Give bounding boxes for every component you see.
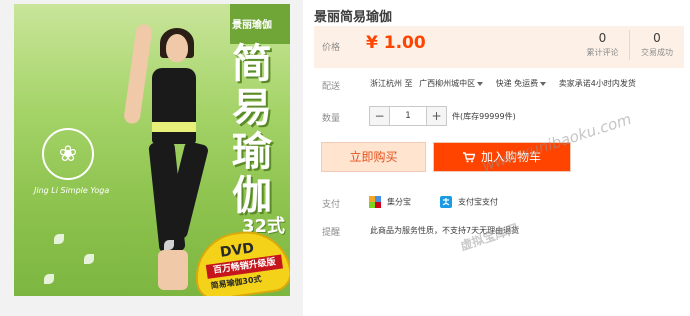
dvd-cover: 景丽瑜伽 ​ 简易瑜伽 32式 ❀ Jing Li Simple Yoga	[14, 4, 290, 296]
payment-method-jifenbao: 集分宝	[369, 196, 411, 208]
payment-method-alipay: 支付宝支付	[440, 196, 498, 208]
cover-english-title: Jing Li Simple Yoga	[34, 186, 110, 195]
cart-icon	[462, 152, 476, 163]
payment-method-2-label: 支付宝支付	[458, 197, 498, 207]
buy-now-button[interactable]: 立即购买	[321, 142, 426, 172]
leaf-decoration	[54, 234, 64, 244]
stock-info: 件(库存99999件)	[452, 112, 516, 121]
product-detail-page: 景丽瑜伽 ​ 简易瑜伽 32式 ❀ Jing Li Simple Yoga	[0, 0, 690, 316]
sales-count: 0	[653, 31, 661, 45]
review-count-label: 累计评论	[586, 48, 619, 57]
sales-count-label: 交易成功	[641, 48, 673, 57]
quantity-stepper: − 1 +	[369, 106, 447, 126]
payment-method-1-label: 集分宝	[387, 197, 411, 207]
chevron-down-icon	[477, 81, 484, 86]
leaf-decoration	[84, 254, 94, 264]
jifenbao-icon	[369, 196, 381, 208]
quantity-increase-button[interactable]: +	[426, 107, 446, 125]
price-value: ¥ 1.00	[366, 33, 426, 53]
shipping-origin: 浙江杭州 至	[370, 79, 413, 88]
alipay-icon	[440, 196, 452, 208]
review-count-stat[interactable]: 0 累计评论	[576, 30, 630, 60]
destination-value: 广西柳州城中区	[419, 79, 476, 88]
quantity-input[interactable]: 1	[390, 107, 426, 125]
shipping-method-select[interactable]: 快递 免运费	[496, 78, 557, 89]
chevron-down-icon	[540, 81, 547, 86]
notice-label: 提醒	[322, 228, 341, 238]
shipping-label: 配送	[322, 82, 341, 92]
cover-series-logo: 景丽瑜伽	[232, 20, 272, 31]
quantity-label: 数量	[322, 114, 341, 124]
review-count: 0	[598, 31, 607, 45]
product-image[interactable]: 景丽瑜伽 ​ 简易瑜伽 32式 ❀ Jing Li Simple Yoga	[0, 0, 303, 316]
shipping-method-value: 快递 免运费	[495, 79, 539, 88]
shipping-row: 浙江杭州 至 广西柳州城中区 快递 免运费 卖家承诺4小时内发货	[370, 78, 636, 89]
delivery-promise: 卖家承诺4小时内发货	[558, 79, 636, 88]
lotus-emblem-icon: ❀	[42, 128, 94, 180]
price-label: 价格	[322, 43, 341, 53]
leaf-decoration	[164, 240, 174, 250]
quantity-decrease-button[interactable]: −	[370, 107, 390, 125]
leaf-decoration	[44, 274, 54, 284]
payment-label: 支付	[322, 200, 341, 210]
price-panel: 价格 ¥ 1.00 0 累计评论 0 交易成功	[314, 26, 684, 68]
product-title: 景丽简易瑜伽	[314, 10, 393, 25]
cover-title: 简易瑜伽	[232, 40, 272, 219]
sales-count-stat: 0 交易成功	[630, 30, 684, 60]
destination-select[interactable]: 广西柳州城中区	[419, 78, 493, 89]
